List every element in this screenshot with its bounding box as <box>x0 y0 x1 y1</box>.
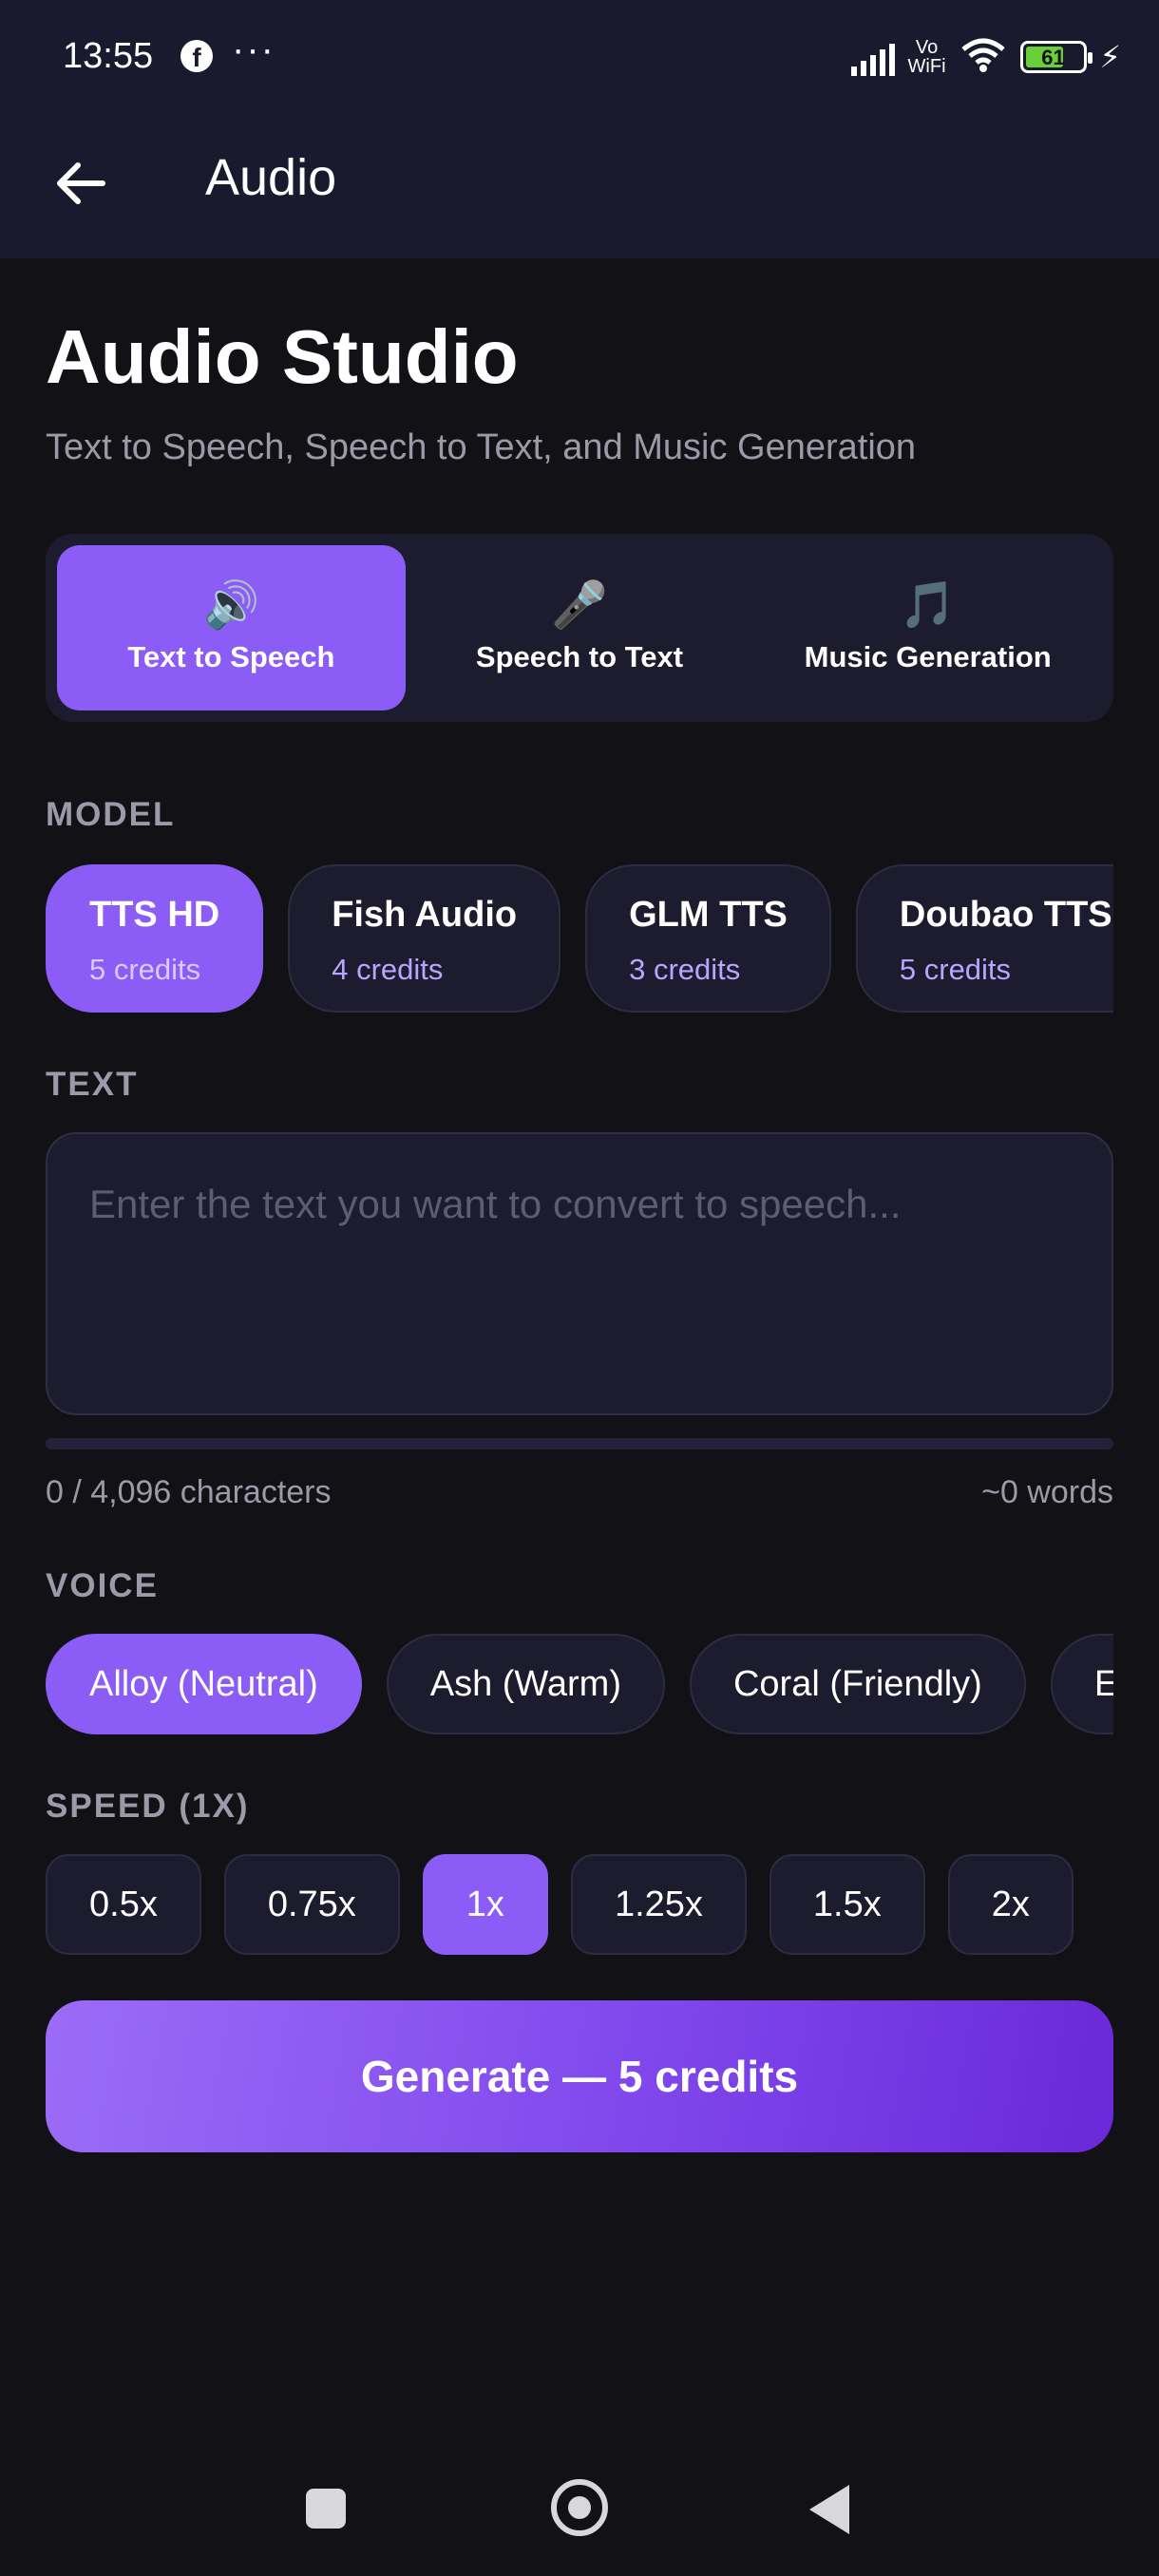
speed-option-1-25x[interactable]: 1.25x <box>570 1854 747 1955</box>
model-credits: 5 credits <box>89 953 201 986</box>
page-title: Audio Studio <box>46 314 519 399</box>
battery-level: 61 <box>1041 46 1065 69</box>
model-section-label: MODEL <box>46 796 176 833</box>
voice-option-alloy[interactable]: Alloy (Neutral) <box>46 1634 362 1734</box>
tab-music-generation[interactable]: 🎵 Music Generation <box>753 545 1102 710</box>
model-option-glm-tts[interactable]: GLM TTS 3 credits <box>585 864 831 1013</box>
model-name: TTS HD <box>89 895 220 935</box>
model-name: Doubao TTS HD <box>899 895 1113 935</box>
system-navigation-bar <box>0 2441 1159 2576</box>
model-name: Fish Audio <box>332 895 518 935</box>
text-section-label: TEXT <box>46 1066 139 1103</box>
speed-option-0-5x[interactable]: 0.5x <box>46 1854 201 1955</box>
app-bar: Audio <box>0 114 1159 258</box>
model-credits: 4 credits <box>332 953 444 986</box>
model-credits: 3 credits <box>629 953 741 986</box>
speed-option-1-5x[interactable]: 1.5x <box>769 1854 925 1955</box>
voice-section-label: VOICE <box>46 1567 159 1604</box>
model-selector: TTS HD 5 credits Fish Audio 4 credits GL… <box>46 864 1113 1013</box>
voice-selector: Alloy (Neutral) Ash (Warm) Coral (Friend… <box>46 1634 1113 1734</box>
vowifi-icon: Vo WiFi <box>907 37 946 77</box>
voice-option-echo[interactable]: Echo <box>1050 1634 1113 1734</box>
character-count: 0 / 4,096 characters <box>46 1474 332 1510</box>
voice-option-ash[interactable]: Ash (Warm) <box>386 1634 665 1734</box>
character-progress-bar <box>46 1438 1113 1449</box>
speed-option-2x[interactable]: 2x <box>947 1854 1074 1955</box>
speed-option-1x[interactable]: 1x <box>422 1854 548 1955</box>
word-count: ~0 words <box>981 1474 1113 1510</box>
model-option-tts-hd[interactable]: TTS HD 5 credits <box>46 864 264 1013</box>
page-subtitle: Text to Speech, Speech to Text, and Musi… <box>46 427 917 467</box>
tab-label: Music Generation <box>804 640 1052 673</box>
text-input[interactable] <box>46 1132 1113 1415</box>
tab-label: Speech to Text <box>475 640 684 673</box>
speed-selector: 0.5x 0.75x 1x 1.25x 1.5x 2x <box>46 1854 1074 1955</box>
model-option-doubao-tts-hd[interactable]: Doubao TTS HD 5 credits <box>855 864 1113 1013</box>
speed-section-label: SPEED (1X) <box>46 1788 250 1825</box>
model-name: GLM TTS <box>629 895 788 935</box>
status-time: 13:55 <box>63 36 154 76</box>
tab-text-to-speech[interactable]: 🔊 Text to Speech <box>57 545 406 710</box>
generate-button[interactable]: Generate — 5 credits <box>46 2000 1113 2152</box>
recent-apps-icon[interactable] <box>306 2489 346 2529</box>
battery-icon: 61 <box>1019 41 1092 73</box>
tab-label: Text to Speech <box>127 640 335 673</box>
charging-icon: ⚡ <box>1099 40 1121 74</box>
app-bar-title: Audio <box>205 149 337 206</box>
more-notifications-icon: ··· <box>232 28 276 70</box>
tab-speech-to-text[interactable]: 🎤 Speech to Text <box>406 545 754 710</box>
music-note-icon: 🎵 <box>899 580 957 631</box>
wifi-icon <box>960 36 1007 79</box>
system-back-icon[interactable] <box>809 2485 849 2534</box>
mode-tabs: 🔊 Text to Speech 🎤 Speech to Text 🎵 Musi… <box>46 534 1113 722</box>
speaker-icon: 🔊 <box>202 580 260 631</box>
facebook-icon: f <box>180 40 213 72</box>
model-credits: 5 credits <box>899 953 1012 986</box>
speed-option-0-75x[interactable]: 0.75x <box>223 1854 400 1955</box>
home-icon[interactable] <box>551 2479 608 2536</box>
voice-option-coral[interactable]: Coral (Friendly) <box>689 1634 1026 1734</box>
model-option-fish-audio[interactable]: Fish Audio 4 credits <box>288 864 561 1013</box>
back-arrow-icon[interactable] <box>48 150 114 217</box>
signal-icon <box>850 38 895 76</box>
status-bar: 13:55 f ··· Vo WiFi 61 ⚡ <box>0 0 1159 114</box>
microphone-icon: 🎤 <box>551 580 608 631</box>
